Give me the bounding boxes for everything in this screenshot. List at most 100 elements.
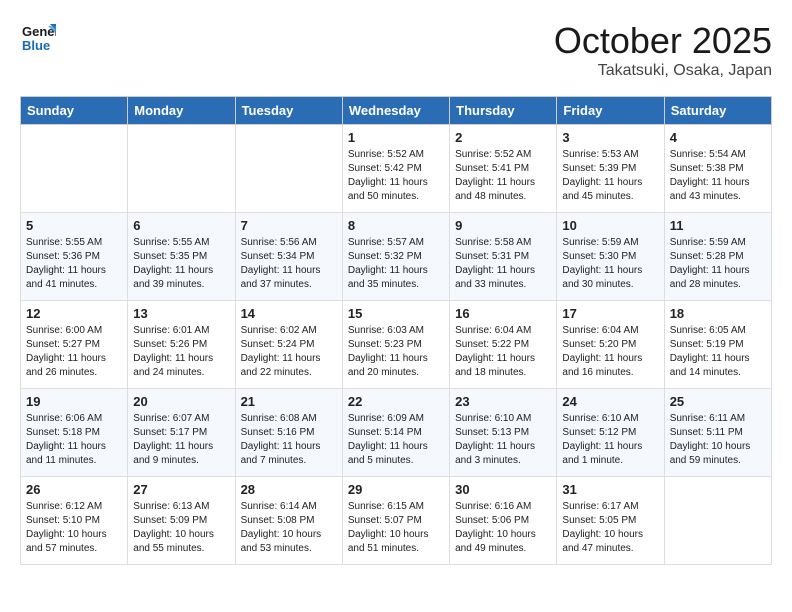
- day-number: 11: [670, 218, 766, 233]
- day-number: 4: [670, 130, 766, 145]
- day-info: Sunrise: 5:58 AM Sunset: 5:31 PM Dayligh…: [455, 236, 551, 292]
- day-number: 5: [26, 218, 122, 233]
- day-number: 25: [670, 394, 766, 409]
- calendar-cell: 21 Sunrise: 6:08 AM Sunset: 5:16 PM Dayli…: [235, 389, 342, 477]
- location: Takatsuki, Osaka, Japan: [554, 62, 772, 80]
- day-number: 30: [455, 482, 551, 497]
- day-info: Sunrise: 6:04 AM Sunset: 5:20 PM Dayligh…: [562, 324, 658, 380]
- logo: General Blue: [20, 20, 56, 61]
- day-info: Sunrise: 6:11 AM Sunset: 5:11 PM Dayligh…: [670, 412, 766, 468]
- day-info: Sunrise: 6:14 AM Sunset: 5:08 PM Dayligh…: [241, 500, 337, 556]
- calendar-cell: 24 Sunrise: 6:10 AM Sunset: 5:12 PM Dayli…: [557, 389, 664, 477]
- calendar-table: SundayMondayTuesdayWednesdayThursdayFrid…: [20, 96, 772, 565]
- day-info: Sunrise: 6:17 AM Sunset: 5:05 PM Dayligh…: [562, 500, 658, 556]
- day-info: Sunrise: 5:59 AM Sunset: 5:28 PM Dayligh…: [670, 236, 766, 292]
- calendar-cell: 5 Sunrise: 5:55 AM Sunset: 5:36 PM Daylig…: [21, 213, 128, 301]
- calendar-cell: 28 Sunrise: 6:14 AM Sunset: 5:08 PM Dayli…: [235, 477, 342, 565]
- day-number: 22: [348, 394, 444, 409]
- calendar-cell: 9 Sunrise: 5:58 AM Sunset: 5:31 PM Daylig…: [450, 213, 557, 301]
- day-info: Sunrise: 5:59 AM Sunset: 5:30 PM Dayligh…: [562, 236, 658, 292]
- calendar-cell: 12 Sunrise: 6:00 AM Sunset: 5:27 PM Dayli…: [21, 301, 128, 389]
- calendar-cell: 2Sunrise: 5:52 AM Sunset: 5:41 PM Daylig…: [450, 125, 557, 213]
- day-info: Sunrise: 6:05 AM Sunset: 5:19 PM Dayligh…: [670, 324, 766, 380]
- calendar-cell: 30Sunrise: 6:16 AM Sunset: 5:06 PM Dayli…: [450, 477, 557, 565]
- calendar-week-row: 26 Sunrise: 6:12 AM Sunset: 5:10 PM Dayli…: [21, 477, 772, 565]
- weekday-header-wednesday: Wednesday: [342, 97, 449, 125]
- day-info: Sunrise: 5:53 AM Sunset: 5:39 PM Dayligh…: [562, 148, 658, 204]
- day-info: Sunrise: 6:10 AM Sunset: 5:13 PM Dayligh…: [455, 412, 551, 468]
- day-number: 6: [133, 218, 229, 233]
- day-info: Sunrise: 5:52 AM Sunset: 5:42 PM Dayligh…: [348, 148, 444, 204]
- weekday-header-saturday: Saturday: [664, 97, 771, 125]
- logo-icon: General Blue: [20, 20, 56, 56]
- day-info: Sunrise: 5:56 AM Sunset: 5:34 PM Dayligh…: [241, 236, 337, 292]
- day-info: Sunrise: 6:03 AM Sunset: 5:23 PM Dayligh…: [348, 324, 444, 380]
- day-info: Sunrise: 5:57 AM Sunset: 5:32 PM Dayligh…: [348, 236, 444, 292]
- calendar-cell: 14Sunrise: 6:02 AM Sunset: 5:24 PM Dayli…: [235, 301, 342, 389]
- weekday-header-thursday: Thursday: [450, 97, 557, 125]
- day-number: 26: [26, 482, 122, 497]
- day-number: 27: [133, 482, 229, 497]
- calendar-cell: 13 Sunrise: 6:01 AM Sunset: 5:26 PM Dayli…: [128, 301, 235, 389]
- day-info: Sunrise: 5:55 AM Sunset: 5:36 PM Dayligh…: [26, 236, 122, 292]
- day-number: 14: [241, 306, 337, 321]
- day-info: Sunrise: 6:12 AM Sunset: 5:10 PM Dayligh…: [26, 500, 122, 556]
- page-header: General Blue October 2025 Takatsuki, Osa…: [20, 20, 772, 80]
- calendar-cell: 10 Sunrise: 5:59 AM Sunset: 5:30 PM Dayli…: [557, 213, 664, 301]
- day-info: Sunrise: 6:04 AM Sunset: 5:22 PM Dayligh…: [455, 324, 551, 380]
- day-info: Sunrise: 6:01 AM Sunset: 5:26 PM Dayligh…: [133, 324, 229, 380]
- day-number: 7: [241, 218, 337, 233]
- day-number: 3: [562, 130, 658, 145]
- calendar-week-row: 1 Sunrise: 5:52 AM Sunset: 5:42 PM Daylig…: [21, 125, 772, 213]
- day-info: Sunrise: 5:55 AM Sunset: 5:35 PM Dayligh…: [133, 236, 229, 292]
- weekday-header-friday: Friday: [557, 97, 664, 125]
- day-number: 2: [455, 130, 551, 145]
- day-number: 31: [562, 482, 658, 497]
- day-number: 29: [348, 482, 444, 497]
- day-number: 1: [348, 130, 444, 145]
- day-number: 17: [562, 306, 658, 321]
- title-block: October 2025 Takatsuki, Osaka, Japan: [554, 20, 772, 80]
- day-info: Sunrise: 6:10 AM Sunset: 5:12 PM Dayligh…: [562, 412, 658, 468]
- calendar-cell: [235, 125, 342, 213]
- day-number: 24: [562, 394, 658, 409]
- calendar-cell: 6 Sunrise: 5:55 AM Sunset: 5:35 PM Daylig…: [128, 213, 235, 301]
- calendar-cell: 25 Sunrise: 6:11 AM Sunset: 5:11 PM Dayli…: [664, 389, 771, 477]
- day-info: Sunrise: 6:15 AM Sunset: 5:07 PM Dayligh…: [348, 500, 444, 556]
- calendar-cell: 16 Sunrise: 6:04 AM Sunset: 5:22 PM Dayli…: [450, 301, 557, 389]
- day-number: 9: [455, 218, 551, 233]
- day-info: Sunrise: 6:08 AM Sunset: 5:16 PM Dayligh…: [241, 412, 337, 468]
- day-number: 28: [241, 482, 337, 497]
- calendar-cell: 22Sunrise: 6:09 AM Sunset: 5:14 PM Dayli…: [342, 389, 449, 477]
- calendar-cell: 26 Sunrise: 6:12 AM Sunset: 5:10 PM Dayli…: [21, 477, 128, 565]
- day-number: 21: [241, 394, 337, 409]
- day-number: 16: [455, 306, 551, 321]
- calendar-cell: 8 Sunrise: 5:57 AM Sunset: 5:32 PM Daylig…: [342, 213, 449, 301]
- day-number: 13: [133, 306, 229, 321]
- svg-text:Blue: Blue: [22, 38, 50, 53]
- day-number: 15: [348, 306, 444, 321]
- day-number: 8: [348, 218, 444, 233]
- weekday-header-sunday: Sunday: [21, 97, 128, 125]
- calendar-cell: [664, 477, 771, 565]
- day-number: 12: [26, 306, 122, 321]
- calendar-week-row: 5 Sunrise: 5:55 AM Sunset: 5:36 PM Daylig…: [21, 213, 772, 301]
- calendar-cell: 19Sunrise: 6:06 AM Sunset: 5:18 PM Dayli…: [21, 389, 128, 477]
- calendar-cell: 3 Sunrise: 5:53 AM Sunset: 5:39 PM Daylig…: [557, 125, 664, 213]
- day-number: 10: [562, 218, 658, 233]
- calendar-cell: [128, 125, 235, 213]
- day-info: Sunrise: 6:06 AM Sunset: 5:18 PM Dayligh…: [26, 412, 122, 468]
- calendar-cell: 23 Sunrise: 6:10 AM Sunset: 5:13 PM Dayli…: [450, 389, 557, 477]
- calendar-week-row: 19Sunrise: 6:06 AM Sunset: 5:18 PM Dayli…: [21, 389, 772, 477]
- calendar-cell: 1 Sunrise: 5:52 AM Sunset: 5:42 PM Daylig…: [342, 125, 449, 213]
- calendar-cell: 20Sunrise: 6:07 AM Sunset: 5:17 PM Dayli…: [128, 389, 235, 477]
- calendar-cell: 29 Sunrise: 6:15 AM Sunset: 5:07 PM Dayli…: [342, 477, 449, 565]
- weekday-header-row: SundayMondayTuesdayWednesdayThursdayFrid…: [21, 97, 772, 125]
- day-info: Sunrise: 6:00 AM Sunset: 5:27 PM Dayligh…: [26, 324, 122, 380]
- day-number: 23: [455, 394, 551, 409]
- day-info: Sunrise: 6:13 AM Sunset: 5:09 PM Dayligh…: [133, 500, 229, 556]
- calendar-cell: 17 Sunrise: 6:04 AM Sunset: 5:20 PM Dayli…: [557, 301, 664, 389]
- calendar-cell: [21, 125, 128, 213]
- calendar-cell: 18Sunrise: 6:05 AM Sunset: 5:19 PM Dayli…: [664, 301, 771, 389]
- calendar-cell: 7 Sunrise: 5:56 AM Sunset: 5:34 PM Daylig…: [235, 213, 342, 301]
